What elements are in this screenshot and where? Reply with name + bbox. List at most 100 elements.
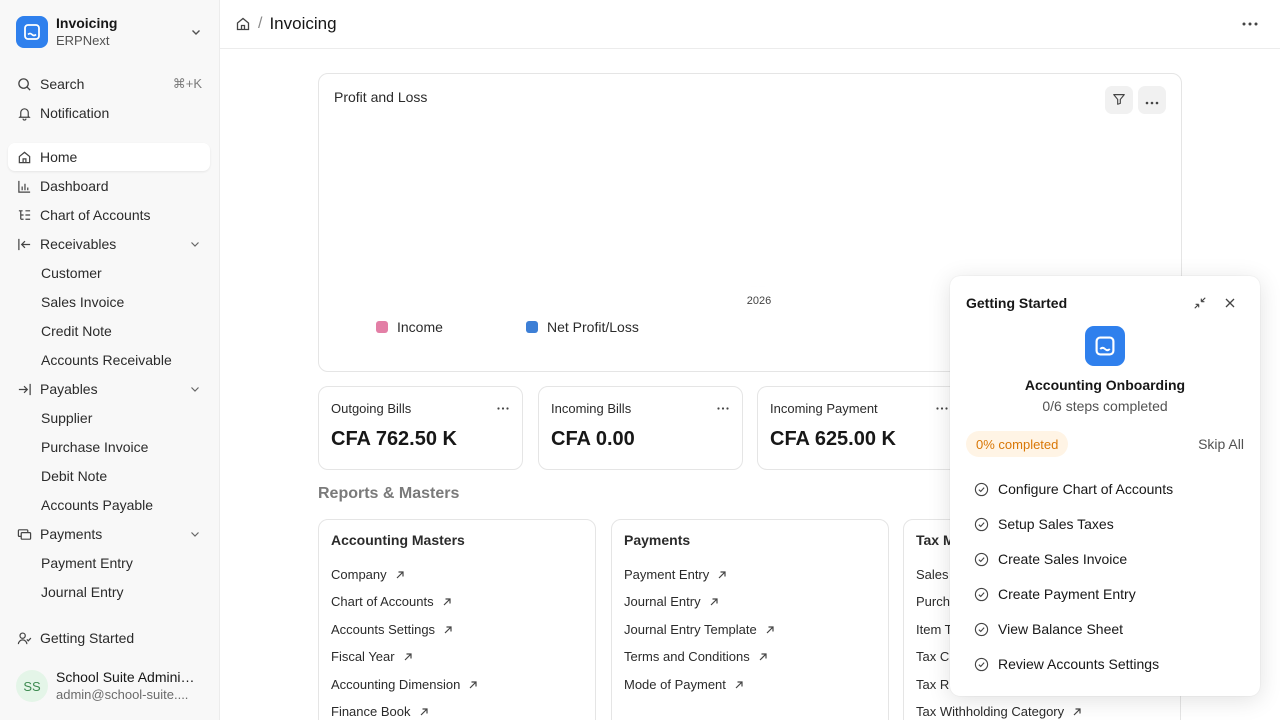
onboarding-step[interactable]: Review Accounts Settings [974, 656, 1159, 672]
sidebar-item-customer[interactable]: Customer [8, 259, 210, 287]
sidebar-item-chart-of-accounts[interactable]: Chart of Accounts [8, 201, 210, 229]
card-link[interactable]: Purch [916, 594, 950, 609]
home-icon [16, 149, 32, 165]
home-icon[interactable] [235, 16, 251, 32]
card-link[interactable]: Tax R [916, 677, 949, 692]
arrow-left-to-line-icon [16, 236, 32, 252]
stat-card-incoming-payment[interactable]: Incoming Payment CFA 625.00 K [757, 386, 962, 470]
page-title[interactable]: Invoicing [269, 14, 336, 34]
sidebar-item-label: Payables [40, 381, 98, 397]
sidebar-item-journal-entry[interactable]: Journal Entry [8, 578, 210, 606]
sidebar-item-getting-started[interactable]: Getting Started [8, 624, 210, 652]
card-link-label: Journal Entry Template [624, 622, 757, 637]
app-title: Invoicing [56, 15, 118, 31]
minimize-icon[interactable] [1192, 295, 1208, 311]
sidebar-item-label: Debit Note [41, 468, 108, 484]
stat-card-incoming-bills[interactable]: Incoming Bills CFA 0.00 [538, 386, 743, 470]
sidebar-item-label: Purchase Invoice [41, 439, 149, 455]
arrow-up-right-icon [765, 624, 777, 636]
card-link[interactable]: Journal Entry [624, 594, 721, 609]
stat-value: CFA 0.00 [551, 428, 635, 450]
sidebar-item-credit-note[interactable]: Credit Note [8, 317, 210, 345]
sidebar-item-payments[interactable]: Payments [8, 520, 210, 548]
legend-item-income: Income [376, 319, 443, 335]
card-title: Payments [624, 532, 691, 548]
card-link[interactable]: Mode of Payment [624, 677, 746, 692]
onboarding-step[interactable]: View Balance Sheet [974, 621, 1123, 637]
user-name: School Suite Adminis... [56, 669, 198, 685]
sidebar-item-payment-entry[interactable]: Payment Entry [8, 549, 210, 577]
sidebar-item-payables[interactable]: Payables [8, 375, 210, 403]
step-label: Setup Sales Taxes [998, 516, 1114, 532]
notification-button[interactable]: Notification [8, 99, 210, 127]
card-link-label: Finance Book [331, 704, 411, 719]
user-menu[interactable]: SS School Suite Adminis... admin@school-… [8, 664, 212, 708]
legend-label: Net Profit/Loss [547, 319, 639, 335]
card-link[interactable]: Journal Entry Template [624, 622, 777, 637]
sidebar-item-label: Getting Started [40, 630, 135, 646]
card-link[interactable]: Payment Entry [624, 567, 729, 582]
card-link[interactable]: Accounting Dimension [331, 677, 480, 692]
card-link[interactable]: Accounts Settings [331, 622, 455, 637]
arrow-up-right-icon [709, 596, 721, 608]
sidebar-item-home[interactable]: Home [8, 143, 210, 171]
check-circle-icon [974, 552, 989, 567]
search-button[interactable]: Search ⌘+K [8, 70, 210, 98]
check-circle-icon [974, 517, 989, 532]
arrow-up-right-icon [468, 679, 480, 691]
card-link[interactable]: Sales [916, 567, 949, 582]
sidebar-item-label: Dashboard [40, 178, 109, 194]
card-link[interactable]: Tax Withholding Category [916, 704, 1084, 719]
legend-swatch [526, 321, 538, 333]
sidebar-item-debit-note[interactable]: Debit Note [8, 462, 210, 490]
close-icon[interactable] [1222, 295, 1238, 311]
app-logo-icon [16, 16, 48, 48]
filter-button[interactable] [1105, 86, 1133, 114]
app-switcher[interactable]: Invoicing ERPNext [8, 8, 212, 56]
onboarding-step[interactable]: Create Payment Entry [974, 586, 1136, 602]
more-horizontal-icon[interactable] [1238, 14, 1262, 34]
sidebar-item-supplier[interactable]: Supplier [8, 404, 210, 432]
chart-more-button[interactable] [1138, 86, 1166, 114]
card-link[interactable]: Item T [916, 622, 953, 637]
onboarding-step[interactable]: Create Sales Invoice [974, 551, 1127, 567]
sidebar-item-accounts-payable[interactable]: Accounts Payable [8, 491, 210, 519]
card-link-label: Chart of Accounts [331, 594, 434, 609]
sidebar-item-label: Payment Entry [41, 555, 133, 571]
sidebar-item-purchase-invoice[interactable]: Purchase Invoice [8, 433, 210, 461]
check-circle-icon [974, 587, 989, 602]
user-email: admin@school-suite.... [56, 687, 189, 702]
card-link-label: Mode of Payment [624, 677, 726, 692]
card-link[interactable]: Chart of Accounts [331, 594, 454, 609]
check-circle-icon [974, 482, 989, 497]
more-horizontal-icon[interactable] [935, 401, 949, 415]
onboarding-step[interactable]: Configure Chart of Accounts [974, 481, 1173, 497]
more-horizontal-icon[interactable] [716, 401, 730, 415]
chevron-down-icon[interactable] [188, 382, 202, 396]
sidebar-item-accounts-receivable[interactable]: Accounts Receivable [8, 346, 210, 374]
panel-title: Getting Started [966, 295, 1068, 311]
arrow-up-right-icon [717, 569, 729, 581]
card-link[interactable]: Terms and Conditions [624, 649, 770, 664]
avatar: SS [16, 670, 48, 702]
search-icon [16, 76, 32, 92]
sidebar-item-dashboard[interactable]: Dashboard [8, 172, 210, 200]
chevron-down-icon[interactable] [188, 237, 202, 251]
skip-all-button[interactable]: Skip All [1198, 436, 1244, 452]
onboarding-panel: Getting Started Accounting Onboarding 0/… [950, 276, 1260, 696]
card-link[interactable]: Finance Book [331, 704, 431, 719]
tree-list-icon [16, 207, 32, 223]
card-link[interactable]: Fiscal Year [331, 649, 415, 664]
progress-badge: 0% completed [966, 431, 1069, 457]
card-link[interactable]: Tax C [916, 649, 949, 664]
sidebar-item-sales-invoice[interactable]: Sales Invoice [8, 288, 210, 316]
more-horizontal-icon[interactable] [496, 401, 510, 415]
sidebar-item-label: Journal Entry [41, 584, 124, 600]
onboarding-step[interactable]: Setup Sales Taxes [974, 516, 1114, 532]
chevron-down-icon[interactable] [188, 527, 202, 541]
stat-card-outgoing-bills[interactable]: Outgoing Bills CFA 762.50 K [318, 386, 523, 470]
sidebar-item-label: Chart of Accounts [40, 207, 151, 223]
sidebar-item-receivables[interactable]: Receivables [8, 230, 210, 258]
card-link[interactable]: Company [331, 567, 407, 582]
step-label: Create Sales Invoice [998, 551, 1128, 567]
